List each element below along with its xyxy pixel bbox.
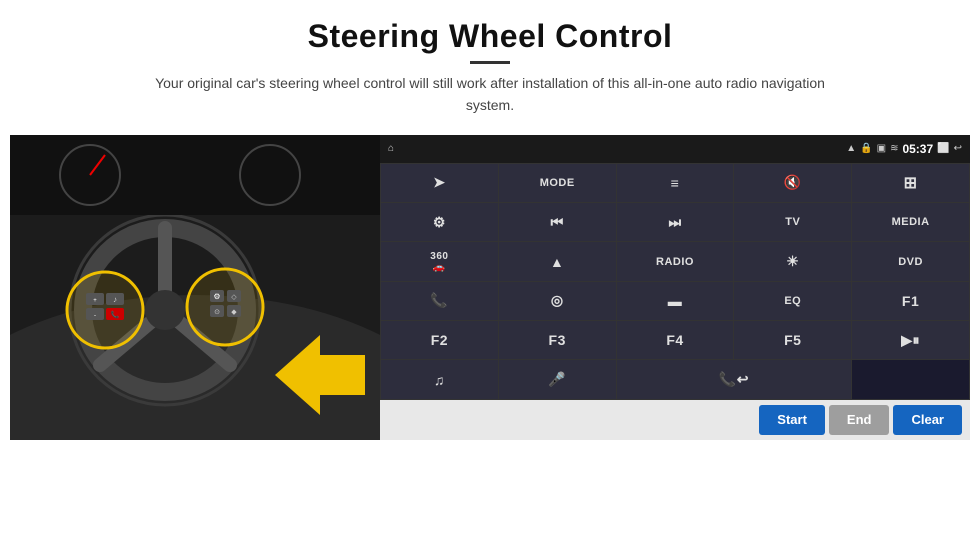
wifi-icon: ▲ [846, 143, 856, 154]
btn-f1[interactable]: F1 [852, 282, 969, 320]
btn-phone[interactable]: 📞 [381, 282, 498, 320]
btn-radio[interactable]: RADIO [617, 242, 734, 280]
btn-phonecall[interactable]: 📞↩ [617, 360, 852, 398]
svg-text:⚙: ⚙ [213, 292, 220, 301]
page-subtitle: Your original car's steering wheel contr… [150, 72, 830, 117]
svg-text:-: - [94, 313, 96, 319]
home-icon: ⌂ [388, 143, 394, 154]
svg-text:◇: ◇ [231, 294, 237, 301]
car-image: + - ♪ 📞 ⚙ ◇ ⊙ ◆ [10, 135, 380, 440]
btn-list[interactable]: ≡ [617, 164, 734, 202]
time-display: 05:37 [902, 142, 933, 156]
status-bar-right: ▲ 🔒 ▣ ≋ 05:37 ⬜ ↩ [846, 142, 962, 156]
start-button[interactable]: Start [759, 405, 825, 435]
btn-f3[interactable]: F3 [499, 321, 616, 359]
bottom-action-bar: Start End Clear [380, 400, 970, 440]
content-area: + - ♪ 📞 ⚙ ◇ ⊙ ◆ [10, 135, 970, 440]
window-icon: ⬜ [937, 143, 949, 154]
sd-icon: ▣ [877, 143, 886, 154]
btn-mode[interactable]: MODE [499, 164, 616, 202]
btn-mute[interactable]: 🔇 [734, 164, 851, 202]
title-section: Steering Wheel Control Your original car… [150, 18, 830, 117]
btn-360[interactable]: 360🚗 [381, 242, 498, 280]
btn-playpause[interactable]: ▶⏸ [852, 321, 969, 359]
btn-f2[interactable]: F2 [381, 321, 498, 359]
btn-apps[interactable]: ⊞ [852, 164, 969, 202]
btn-dvd[interactable]: DVD [852, 242, 969, 280]
btn-tv[interactable]: TV [734, 203, 851, 241]
btn-prev[interactable]: ⏮ [499, 203, 616, 241]
bluetooth-icon: ≋ [890, 143, 898, 154]
button-grid: ➤ MODE ≡ 🔇 ⊞ ⚙ ⏮ ⏭ TV MEDIA 360🚗 ▲ RADIO… [380, 163, 970, 400]
clear-button[interactable]: Clear [893, 405, 962, 435]
svg-text:♪: ♪ [113, 295, 117, 304]
lock-icon: 🔒 [860, 143, 872, 154]
btn-media[interactable]: MEDIA [852, 203, 969, 241]
page-wrapper: Steering Wheel Control Your original car… [0, 0, 980, 544]
btn-f5[interactable]: F5 [734, 321, 851, 359]
btn-nav2[interactable]: ◎ [499, 282, 616, 320]
svg-text:◆: ◆ [231, 309, 237, 316]
end-button[interactable]: End [829, 405, 890, 435]
btn-eq[interactable]: EQ [734, 282, 851, 320]
btn-brightness[interactable]: ☀ [734, 242, 851, 280]
page-title: Steering Wheel Control [150, 18, 830, 55]
btn-eject[interactable]: ▲ [499, 242, 616, 280]
btn-music[interactable]: ♫ [381, 360, 498, 398]
btn-screen[interactable]: ▬ [617, 282, 734, 320]
btn-navigate[interactable]: ➤ [381, 164, 498, 202]
title-divider [470, 61, 510, 64]
svg-text:⊙: ⊙ [214, 309, 220, 316]
btn-f4[interactable]: F4 [617, 321, 734, 359]
btn-mic[interactable]: 🎤 [499, 360, 616, 398]
svg-text:📞: 📞 [111, 310, 120, 319]
back-icon: ↩ [954, 143, 962, 154]
btn-next[interactable]: ⏭ [617, 203, 734, 241]
btn-settings[interactable]: ⚙ [381, 203, 498, 241]
svg-text:+: + [93, 298, 97, 304]
btn-empty [852, 360, 969, 398]
interface-panel: ⌂ ▲ 🔒 ▣ ≋ 05:37 ⬜ ↩ ➤ MODE ≡ 🔇 ⊞ [380, 135, 970, 440]
status-bar: ⌂ ▲ 🔒 ▣ ≋ 05:37 ⬜ ↩ [380, 135, 970, 163]
